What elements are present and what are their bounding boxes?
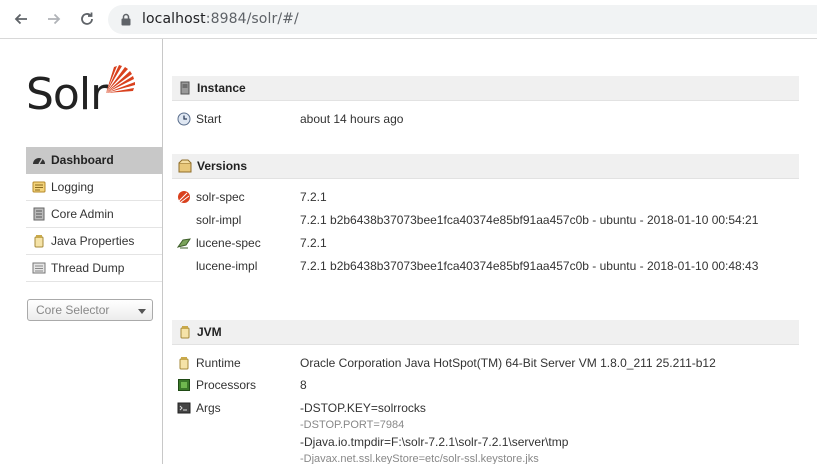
processor-icon: [178, 379, 190, 391]
terminal-icon: [177, 402, 191, 414]
args-label: Args: [196, 401, 221, 415]
version-label: lucene-spec: [196, 236, 261, 250]
logging-icon: [32, 181, 46, 193]
version-value: 7.2.1: [300, 190, 327, 204]
version-label: solr-impl: [196, 213, 242, 227]
instance-section-header: Instance: [172, 76, 799, 101]
address-bar[interactable]: localhost:8984/solr/#/: [108, 5, 817, 34]
version-row: solr-spec 7.2.1: [172, 187, 812, 207]
nav-label: Core Admin: [51, 207, 114, 221]
nav-java-properties[interactable]: Java Properties: [26, 228, 162, 255]
thread-dump-icon: [32, 262, 46, 274]
core-selector[interactable]: Core Selector: [27, 299, 153, 321]
jvm-processors-row: Processors 8: [172, 375, 812, 395]
instance-title: Instance: [197, 81, 246, 95]
main-navigation: Dashboard Logging Core Admin Java Proper…: [26, 147, 162, 282]
sidebar: Solr Dashboard Logging Core Admin Java P…: [0, 39, 163, 464]
jvm-title: JVM: [197, 325, 222, 339]
version-row: lucene-impl 7.2.1 b2b6438b37073bee1fca40…: [172, 256, 812, 276]
nav-label: Logging: [51, 180, 94, 194]
version-row: solr-impl 7.2.1 b2b6438b37073bee1fca4037…: [172, 210, 812, 230]
logo-text: Solr: [26, 69, 108, 120]
url-host: localhost: [142, 11, 206, 27]
start-value: about 14 hours ago: [300, 112, 404, 126]
nav-label: Thread Dump: [51, 261, 125, 275]
url-path: :8984/solr/#/: [205, 11, 299, 27]
reload-button[interactable]: [76, 8, 98, 30]
nav-label: Java Properties: [51, 234, 135, 248]
instance-start-row: Start about 14 hours ago: [172, 109, 812, 129]
version-value: 7.2.1 b2b6438b37073bee1fca40374e85bf91aa…: [300, 259, 759, 273]
url-text: localhost:8984/solr/#/: [142, 11, 299, 27]
jvm-arg: -DSTOP.KEY=solrrocks: [300, 401, 426, 415]
nav-thread-dump[interactable]: Thread Dump: [26, 255, 162, 282]
runtime-icon: [179, 357, 189, 370]
version-row: lucene-spec 7.2.1: [172, 233, 812, 253]
back-button[interactable]: [10, 8, 32, 30]
clock-icon: [177, 112, 191, 126]
runtime-value: Oracle Corporation Java HotSpot(TM) 64-B…: [300, 356, 716, 370]
jvm-runtime-row: Runtime Oracle Corporation Java HotSpot(…: [172, 353, 812, 373]
versions-box-icon: [178, 159, 192, 173]
version-value: 7.2.1: [300, 236, 327, 250]
versions-section-header: Versions: [172, 154, 799, 179]
jvm-arg: -Djava.io.tmpdir=F:\solr-7.2.1\solr-7.2.…: [300, 435, 569, 449]
processors-value: 8: [300, 378, 307, 392]
version-label: lucene-impl: [196, 259, 258, 273]
java-properties-icon: [34, 235, 44, 248]
browser-toolbar: localhost:8984/solr/#/: [0, 0, 817, 39]
jvm-arg: -DSTOP.PORT=7984: [300, 419, 405, 431]
core-selector-placeholder: Core Selector: [36, 303, 110, 317]
solr-icon: [178, 191, 190, 203]
nav-logging[interactable]: Logging: [26, 174, 162, 201]
nav-core-admin[interactable]: Core Admin: [26, 201, 162, 228]
dashboard-main: Instance Start about 14 hours ago Versio…: [172, 39, 817, 464]
jvm-args-row: Args: [172, 398, 812, 418]
start-label: Start: [196, 112, 222, 126]
nav-label: Dashboard: [51, 153, 114, 167]
version-label: solr-spec: [196, 190, 245, 204]
version-value: 7.2.1 b2b6438b37073bee1fca40374e85bf91aa…: [300, 213, 759, 227]
jvm-icon: [180, 326, 190, 339]
forward-button[interactable]: [43, 8, 65, 30]
dashboard-icon: [33, 158, 45, 165]
reload-icon: [81, 12, 93, 25]
server-icon: [180, 81, 190, 95]
forward-arrow-icon: [48, 13, 61, 25]
solr-sun-icon: [106, 65, 135, 93]
chevron-down-icon: [138, 309, 146, 314]
nav-dashboard[interactable]: Dashboard: [26, 147, 162, 174]
jvm-arg: -Djavax.net.ssl.keyStore=etc/solr-ssl.ke…: [300, 453, 539, 464]
versions-title: Versions: [197, 159, 248, 173]
solr-logo[interactable]: Solr: [26, 63, 136, 127]
lock-icon: [121, 13, 131, 26]
back-arrow-icon: [14, 13, 27, 25]
processors-label: Processors: [196, 378, 257, 392]
core-admin-icon: [33, 207, 45, 221]
runtime-label: Runtime: [196, 356, 241, 370]
jvm-section-header: JVM: [172, 320, 799, 345]
lucene-icon: [177, 238, 191, 249]
